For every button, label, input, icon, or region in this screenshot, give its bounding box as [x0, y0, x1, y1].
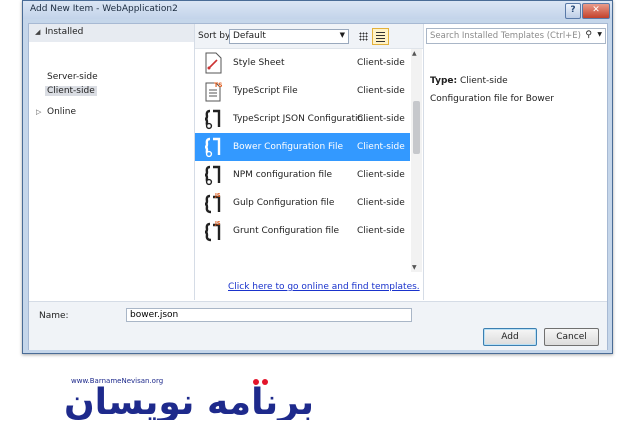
json-config-icon: [204, 137, 221, 158]
search-icon[interactable]: ⚲: [585, 30, 592, 40]
template-name: Bower Configuration File: [233, 142, 344, 152]
css-file-icon: [205, 52, 222, 74]
small-icons-view-button[interactable]: [355, 28, 372, 45]
template-list-panel: Sort by: Default ▼ Style Sheet Client-si…: [195, 24, 424, 300]
scrollbar-thumb[interactable]: [413, 101, 420, 154]
details-panel: Search Installed Templates (Ctrl+E) ⚲ ▼ …: [424, 24, 607, 300]
add-button[interactable]: Add: [483, 328, 537, 346]
tree-item-server-side[interactable]: Server-side: [47, 72, 98, 82]
bottom-bar: Name: Add Cancel: [29, 301, 607, 350]
template-row-selected[interactable]: Bower Configuration File Client-side: [195, 133, 410, 161]
barnamenevisan-logo: www.BarnameNevisan.org برنامه نویسان: [64, 377, 314, 420]
add-new-item-dialog: Add New Item - WebApplication2 ? ✕ ◢ Ins…: [22, 0, 613, 354]
close-button[interactable]: ✕: [582, 3, 610, 19]
template-name: NPM configuration file: [233, 170, 333, 180]
sort-label: Sort by:: [198, 31, 233, 41]
template-name: Grunt Configuration file: [233, 226, 340, 236]
name-label: Name:: [39, 311, 69, 321]
type-label: Type:: [430, 76, 458, 86]
template-category: Client-side: [357, 198, 405, 208]
template-row[interactable]: Style Sheet Client-side: [195, 49, 410, 77]
search-templates-input[interactable]: Search Installed Templates (Ctrl+E) ⚲ ▼: [426, 28, 606, 44]
json-config-icon: [204, 109, 221, 130]
category-tree: ◢ Installed Server-side Client-side ▷ On…: [29, 24, 195, 300]
svg-text:JS: JS: [214, 221, 221, 227]
template-category: Client-side: [357, 86, 405, 96]
list-view-button[interactable]: [372, 28, 389, 45]
template-category: Client-side: [357, 114, 405, 124]
template-type-line: Type: Client-side: [430, 76, 508, 86]
template-description: Configuration file for Bower: [430, 94, 554, 104]
installed-label: Installed: [45, 27, 84, 37]
tree-item-installed[interactable]: ◢ Installed: [29, 24, 194, 42]
online-templates-link[interactable]: Click here to go online and find templat…: [228, 282, 420, 292]
sort-dropdown[interactable]: Default ▼: [229, 29, 349, 44]
title-bar[interactable]: Add New Item - WebApplication2 ? ✕: [23, 1, 612, 19]
template-row[interactable]: JS Grunt Configuration file Client-side: [195, 217, 410, 245]
template-category: Client-side: [357, 142, 405, 152]
template-row[interactable]: TS TypeScript File Client-side: [195, 77, 410, 105]
dropdown-arrow-icon: ▼: [339, 31, 345, 39]
tree-item-online[interactable]: Online: [47, 107, 76, 117]
search-placeholder: Search Installed Templates (Ctrl+E): [430, 31, 581, 41]
template-name: TypeScript JSON Configuratio...: [233, 114, 372, 124]
template-list-scrollbar[interactable]: ▲ ▼: [411, 49, 422, 272]
template-category: Client-side: [357, 170, 405, 180]
grid-view-icon: [359, 32, 368, 41]
svg-text:JS: JS: [214, 193, 221, 199]
svg-text:TS: TS: [214, 82, 222, 89]
type-value: Client-side: [459, 76, 508, 86]
template-row[interactable]: NPM configuration file Client-side: [195, 161, 410, 189]
scroll-down-arrow-icon[interactable]: ▼: [412, 264, 417, 271]
typescript-file-icon: TS: [205, 82, 222, 102]
dialog-body: ◢ Installed Server-side Client-side ▷ On…: [28, 23, 608, 350]
logo-main-text: برنامه نویسان: [64, 382, 314, 420]
template-category: Client-side: [357, 58, 405, 68]
template-name: TypeScript File: [233, 86, 298, 96]
collapse-arrow-icon[interactable]: ◢: [35, 28, 40, 36]
js-config-icon: JS: [204, 221, 221, 242]
template-row[interactable]: JS Gulp Configuration file Client-side: [195, 189, 410, 217]
template-row[interactable]: TypeScript JSON Configuratio... Client-s…: [195, 105, 410, 133]
expand-arrow-icon[interactable]: ▷: [36, 108, 41, 116]
template-name: Gulp Configuration file: [233, 198, 335, 208]
dialog-title: Add New Item - WebApplication2: [30, 4, 178, 14]
sort-toolbar: Sort by: Default ▼: [195, 24, 423, 49]
template-name: Style Sheet: [233, 58, 285, 68]
sort-value: Default: [233, 31, 266, 41]
js-config-icon: JS: [204, 193, 221, 214]
name-input[interactable]: [126, 308, 412, 322]
json-config-icon: [204, 165, 221, 186]
chevron-down-icon[interactable]: ▼: [597, 31, 602, 38]
template-category: Client-side: [357, 226, 405, 236]
help-button[interactable]: ?: [565, 3, 581, 19]
tree-item-client-side[interactable]: Client-side: [45, 86, 97, 96]
scroll-up-arrow-icon[interactable]: ▲: [412, 50, 417, 57]
cancel-button[interactable]: Cancel: [544, 328, 599, 346]
